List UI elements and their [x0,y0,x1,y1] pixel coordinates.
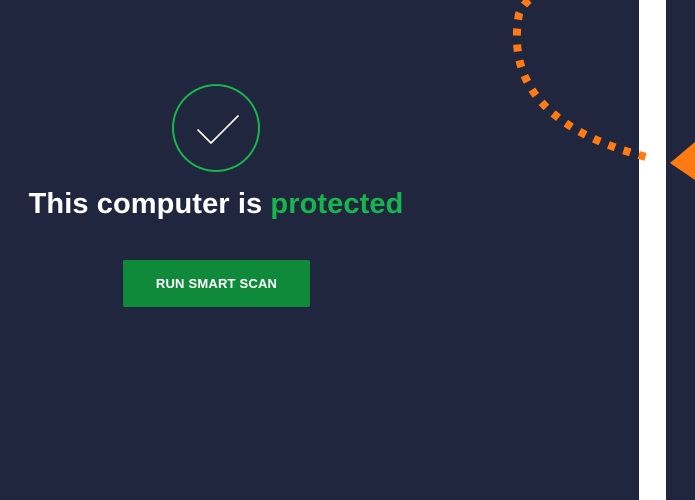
check-icon [197,115,239,144]
run-smart-scan-button[interactable]: RUN SMART SCAN [123,260,310,307]
headline-prefix: This computer is [28,188,271,220]
panel-divider [639,0,666,500]
app-window: This computer is protected RUN SMART SCA… [0,0,695,500]
adjacent-panel [666,0,695,500]
dotted-arrow-icon [512,0,695,180]
protection-status-circle [172,84,260,172]
protection-status-headline: This computer is protected [0,188,432,221]
headline-status: protected [270,188,404,220]
